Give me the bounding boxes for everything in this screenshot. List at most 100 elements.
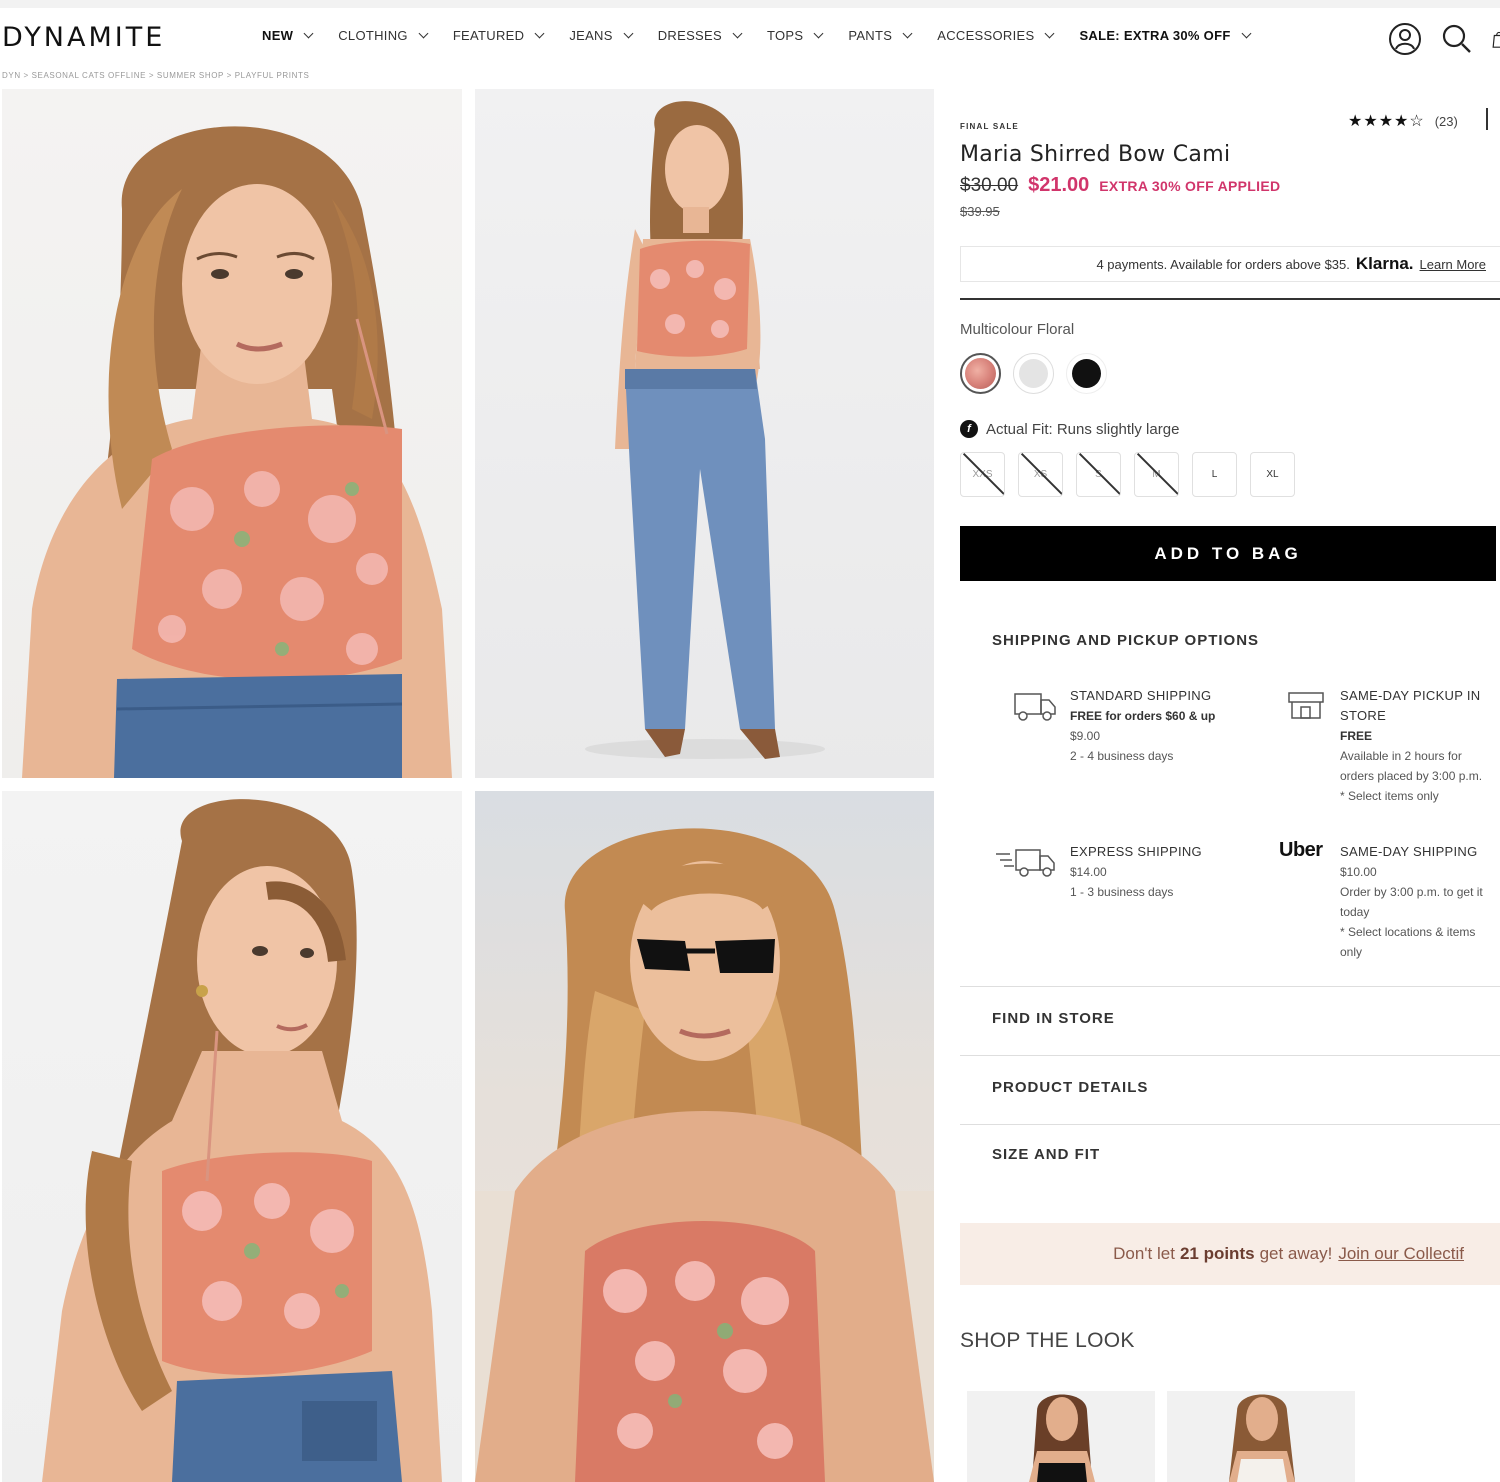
store-pickup-option: SAME-DAY PICKUP IN STORE FREE Available … (1340, 686, 1482, 806)
shop-look-item-2[interactable] (1167, 1391, 1355, 1482)
fit-info-icon: f (960, 420, 978, 438)
chevron-down-icon (902, 28, 913, 39)
nav-label: FEATURED (452, 28, 525, 43)
nav-label: NEW (262, 28, 294, 43)
top-strip (0, 0, 1500, 8)
same-day-note-2: only (1340, 945, 1363, 959)
chevron-down-icon (418, 28, 429, 39)
rating-count: (23) (1434, 113, 1458, 129)
size-m[interactable]: M (1134, 452, 1179, 497)
bag-icon[interactable] (1492, 22, 1500, 56)
chevron-down-icon (813, 28, 824, 39)
same-day-price: $10.00 (1340, 865, 1377, 879)
shop-look-item-1[interactable] (967, 1391, 1155, 1482)
nav-new[interactable]: NEW (262, 28, 314, 43)
product-rating[interactable]: ★★★★☆ (23) (1348, 111, 1458, 131)
size-and-fit-accordion[interactable]: SIZE AND FIT (992, 1146, 1100, 1163)
nav-label: SALE: EXTRA 30% OFF (1079, 28, 1231, 43)
shipping-heading: SHIPPING AND PICKUP OPTIONS (992, 632, 1260, 649)
standard-shipping-option: STANDARD SHIPPING FREE for orders $60 & … (1070, 686, 1215, 766)
old-price: $30.00 (960, 175, 1019, 196)
product-image-front-closeup[interactable] (2, 89, 462, 778)
add-to-bag-button[interactable]: ADD TO BAG (960, 526, 1496, 581)
discount-label: EXTRA 30% OFF APPLIED (1099, 178, 1281, 194)
nav-clothing[interactable]: CLOTHING (338, 28, 429, 43)
nav-pants[interactable]: PANTS (848, 28, 913, 43)
nav-dresses[interactable]: DRESSES (657, 28, 743, 43)
nav-featured[interactable]: FEATURED (452, 28, 545, 43)
standard-shipping-free: FREE for orders $60 & up (1070, 709, 1216, 723)
price-row: $30.00 $21.00 EXTRA 30% OFF APPLIED (960, 174, 1280, 197)
nav-label: JEANS (569, 28, 613, 43)
chevron-down-icon (1044, 28, 1055, 39)
truck-icon (1013, 690, 1057, 729)
nav-tops[interactable]: TOPS (766, 28, 824, 43)
pickup-detail-1: Available in 2 hours for (1340, 749, 1462, 763)
product-details-accordion[interactable]: PRODUCT DETAILS (992, 1079, 1148, 1096)
rating-stars: ★★★★☆ (1348, 113, 1425, 130)
size-l[interactable]: L (1192, 452, 1237, 497)
account-icon[interactable] (1388, 22, 1422, 56)
main-nav: NEW CLOTHING FEATURED JEANS DRESSES TOPS… (262, 28, 1276, 43)
same-day-shipping-option: SAME-DAY SHIPPING $10.00 Order by 3:00 p… (1340, 842, 1500, 962)
klarna-learn-more-link[interactable]: Learn More (1420, 257, 1486, 272)
chevron-down-icon (534, 28, 545, 39)
product-image-lifestyle[interactable] (475, 791, 934, 1482)
shop-the-look-heading: SHOP THE LOOK (960, 1329, 1135, 1352)
loyalty-points-banner: Don't let 21 points get away! Join our C… (960, 1223, 1500, 1285)
standard-shipping-time: 2 - 4 business days (1070, 749, 1174, 763)
swatch-fill (1072, 359, 1101, 388)
rating-divider (1486, 108, 1488, 130)
find-in-store-accordion[interactable]: FIND IN STORE (992, 1010, 1115, 1027)
sale-price: $21.00 (1028, 174, 1090, 196)
size-xs[interactable]: XS (1018, 452, 1063, 497)
join-collectif-link[interactable]: Join our Collectif (1338, 1244, 1464, 1264)
store-icon (1287, 690, 1325, 725)
accordion-divider (960, 1055, 1500, 1056)
size-xl[interactable]: XL (1250, 452, 1295, 497)
klarna-banner: 4 payments. Available for orders above $… (960, 246, 1500, 282)
dynamite-logo[interactable]: DYNAMITE (2, 22, 165, 53)
nav-label: TOPS (766, 28, 804, 43)
colour-swatches (960, 353, 1107, 394)
nav-label: PANTS (848, 28, 893, 43)
breadcrumb[interactable]: DYN > SEASONAL CATS OFFLINE > SUMMER SHO… (2, 71, 309, 80)
pickup-note: * Select items only (1340, 789, 1439, 803)
nav-sale[interactable]: SALE: EXTRA 30% OFF (1079, 28, 1252, 43)
fit-text: Actual Fit: Runs slightly large (986, 420, 1180, 438)
nav-jeans[interactable]: JEANS (569, 28, 634, 43)
nav-label: DRESSES (657, 28, 722, 43)
section-divider (960, 298, 1500, 300)
swatch-fill (965, 358, 996, 389)
search-icon[interactable] (1440, 22, 1474, 56)
swatch-multicolour-floral[interactable] (960, 353, 1001, 394)
nav-label: ACCESSORIES (937, 28, 1035, 43)
product-image-full-body[interactable] (475, 89, 934, 778)
product-image-back-view[interactable] (2, 791, 462, 1482)
chevron-down-icon (623, 28, 634, 39)
chevron-down-icon (732, 28, 743, 39)
final-sale-badge: FINAL SALE (960, 122, 1019, 131)
pickup-title-line1: SAME-DAY PICKUP IN (1340, 688, 1481, 703)
header-icons (1388, 22, 1500, 56)
express-shipping-price: $14.00 (1070, 865, 1107, 879)
nav-label: CLOTHING (338, 28, 408, 43)
size-s[interactable]: S (1076, 452, 1121, 497)
swatch-white[interactable] (1013, 353, 1054, 394)
pickup-title-line2: STORE (1340, 708, 1387, 723)
accordion-divider (960, 1124, 1500, 1125)
swatch-black[interactable] (1066, 353, 1107, 394)
colour-label: Multicolour Floral (960, 321, 1075, 338)
chevron-down-icon (303, 28, 314, 39)
nav-accessories[interactable]: ACCESSORIES (937, 28, 1055, 43)
standard-shipping-title: STANDARD SHIPPING (1070, 688, 1212, 703)
chevron-down-icon (1241, 28, 1252, 39)
klarna-text: 4 payments. Available for orders above $… (1096, 256, 1350, 272)
swatch-fill (1019, 359, 1048, 388)
size-xxs[interactable]: XXS (960, 452, 1005, 497)
same-day-detail-1: Order by 3:00 p.m. to get it (1340, 885, 1483, 899)
same-day-detail-2: today (1340, 905, 1370, 919)
accordion-divider (960, 986, 1500, 987)
points-suffix: get away! (1259, 1244, 1333, 1263)
pickup-free: FREE (1340, 729, 1373, 743)
